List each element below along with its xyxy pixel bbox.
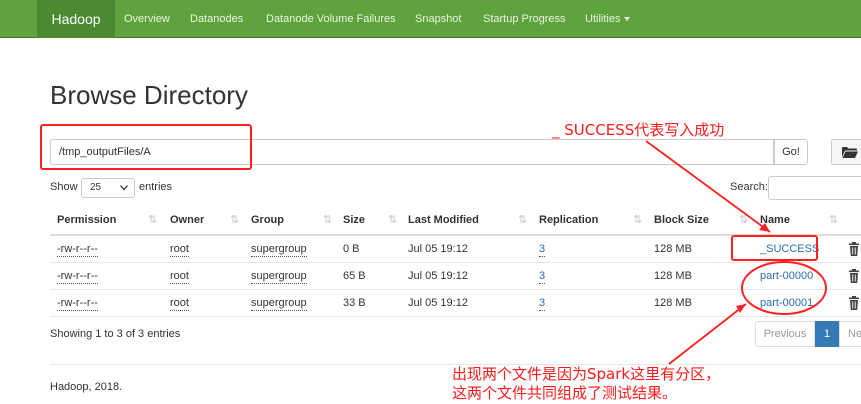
col-group[interactable]: Group bbox=[251, 206, 284, 234]
owner-text: root bbox=[170, 297, 189, 311]
row-1-block-size: 128 MB bbox=[654, 243, 692, 255]
page-size-select[interactable]: 25 bbox=[81, 178, 135, 198]
row-2-name-link[interactable]: part-00000 bbox=[760, 263, 813, 289]
row-2-replication[interactable]: 3 bbox=[539, 263, 546, 289]
trash-icon[interactable] bbox=[848, 242, 860, 256]
nav-snapshot[interactable]: Snapshot bbox=[415, 0, 461, 38]
trash-icon[interactable] bbox=[848, 269, 860, 283]
row-3-block-size: 128 MB bbox=[654, 297, 692, 309]
sort-icon: ⇅ bbox=[633, 214, 643, 226]
sort-icon: ⇅ bbox=[829, 214, 839, 226]
row-2-modified: Jul 05 19:12 bbox=[408, 270, 468, 282]
sort-icon: ⇅ bbox=[323, 214, 333, 226]
col-last-modified[interactable]: Last Modified bbox=[408, 206, 479, 234]
row-2-owner[interactable]: root bbox=[170, 263, 189, 289]
annotation-box-path bbox=[40, 124, 252, 170]
row-2-group[interactable]: supergroup bbox=[251, 263, 307, 289]
replication-link: 3 bbox=[539, 243, 546, 257]
row-3-modified: Jul 05 19:12 bbox=[408, 297, 468, 309]
row-3-permission[interactable]: -rw-r--r-- bbox=[57, 290, 98, 316]
annotation-box-success bbox=[731, 235, 818, 261]
row-2-permission[interactable]: -rw-r--r-- bbox=[57, 263, 98, 289]
row-3-owner[interactable]: root bbox=[170, 290, 189, 316]
col-block-size[interactable]: Block Size bbox=[654, 206, 709, 234]
show-label: Show bbox=[50, 181, 78, 193]
caret-down-icon bbox=[624, 17, 631, 22]
permission-text: -rw-r--r-- bbox=[57, 243, 98, 257]
owner-text: root bbox=[170, 243, 189, 257]
col-name[interactable]: Name bbox=[760, 206, 790, 234]
col-permission[interactable]: Permission bbox=[57, 206, 116, 234]
row-2-block-size: 128 MB bbox=[654, 270, 692, 282]
group-text: supergroup bbox=[251, 243, 307, 257]
owner-text: root bbox=[170, 270, 189, 284]
sort-icon: ⇅ bbox=[388, 214, 398, 226]
row-1-permission[interactable]: -rw-r--r-- bbox=[57, 236, 98, 262]
search-input[interactable] bbox=[768, 176, 861, 200]
nav-datanode-volume-failures[interactable]: Datanode Volume Failures bbox=[266, 0, 396, 38]
annotation-success-note: _ SUCCESS代表写入成功 bbox=[552, 121, 725, 139]
group-text: supergroup bbox=[251, 270, 307, 284]
col-replication[interactable]: Replication bbox=[539, 206, 598, 234]
replication-link: 3 bbox=[539, 297, 546, 311]
row-2-size: 65 B bbox=[343, 270, 366, 282]
table-info: Showing 1 to 3 of 3 entries bbox=[50, 328, 181, 340]
nav-utilities-label: Utilities bbox=[585, 13, 621, 25]
row-3-name-link[interactable]: part-00001 bbox=[760, 290, 813, 316]
annotation-partition-line-2: 这两个文件共同组成了测试结果。 bbox=[452, 384, 678, 402]
col-size[interactable]: Size bbox=[343, 206, 365, 234]
brand-logo[interactable]: Hadoop bbox=[37, 0, 115, 38]
footer-text: Hadoop, 2018. bbox=[50, 381, 123, 393]
folder-icon bbox=[842, 147, 858, 158]
sort-icon: ⇅ bbox=[739, 214, 749, 226]
chevron-down-icon bbox=[120, 185, 128, 191]
replication-link: 3 bbox=[539, 270, 546, 284]
row-1-owner[interactable]: root bbox=[170, 236, 189, 262]
row-3-replication[interactable]: 3 bbox=[539, 290, 546, 316]
pagination-page-1[interactable]: 1 bbox=[815, 321, 839, 347]
pagination-next[interactable]: Ne bbox=[839, 321, 861, 347]
entries-label: entries bbox=[139, 181, 173, 193]
sort-icon: ⇅ bbox=[230, 214, 240, 226]
go-button[interactable]: Go! bbox=[774, 139, 808, 165]
nav-startup-progress[interactable]: Startup Progress bbox=[483, 0, 566, 38]
permission-text: -rw-r--r-- bbox=[57, 297, 98, 311]
nav-overview[interactable]: Overview bbox=[124, 0, 170, 38]
annotation-arrowhead-parts bbox=[736, 304, 746, 313]
sort-asc-icon: ⇅ bbox=[148, 214, 158, 226]
nav-utilities[interactable]: Utilities bbox=[585, 0, 631, 38]
page-size-value: 25 bbox=[90, 182, 102, 193]
row-1-size: 0 B bbox=[343, 243, 360, 255]
annotation-partition-line-1: 出现两个文件是因为Spark这里有分区， bbox=[452, 365, 721, 383]
page-title: Browse Directory bbox=[50, 80, 248, 110]
col-owner[interactable]: Owner bbox=[170, 206, 204, 234]
sort-icon: ⇅ bbox=[518, 214, 528, 226]
row-1-replication[interactable]: 3 bbox=[539, 236, 546, 262]
row-3-group[interactable]: supergroup bbox=[251, 290, 307, 316]
row-1-group[interactable]: supergroup bbox=[251, 236, 307, 262]
row-divider bbox=[50, 316, 861, 317]
top-navbar: Hadoop Overview Datanodes Datanode Volum… bbox=[0, 0, 861, 38]
row-1-modified: Jul 05 19:12 bbox=[408, 243, 468, 255]
group-text: supergroup bbox=[251, 297, 307, 311]
create-folder-button[interactable] bbox=[831, 139, 861, 165]
trash-icon[interactable] bbox=[848, 296, 860, 310]
permission-text: -rw-r--r-- bbox=[57, 270, 98, 284]
row-3-size: 33 B bbox=[343, 297, 366, 309]
search-label: Search: bbox=[730, 181, 768, 193]
annotation-arrows bbox=[645, 140, 827, 365]
nav-datanodes[interactable]: Datanodes bbox=[190, 0, 243, 38]
pagination-previous[interactable]: Previous bbox=[755, 321, 815, 347]
